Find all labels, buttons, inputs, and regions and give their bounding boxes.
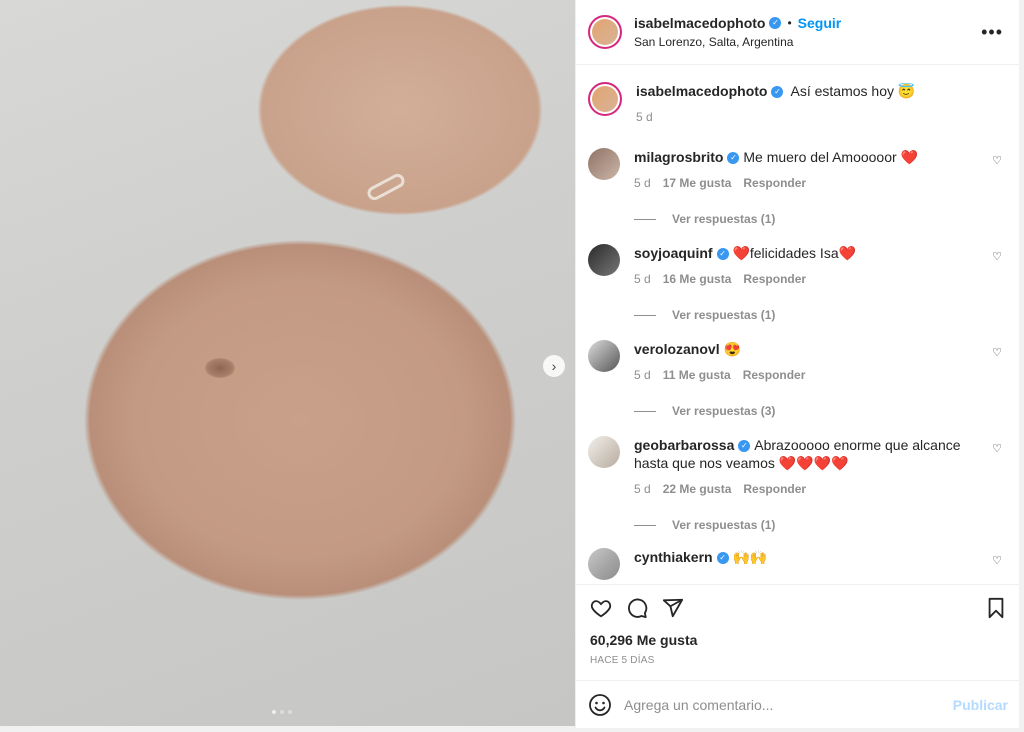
- verified-badge-icon: ✓: [727, 152, 740, 165]
- verified-badge-icon: ✓: [716, 552, 729, 565]
- caption-time: 5 d: [636, 110, 653, 124]
- likes-count[interactable]: 60,296 Me gusta: [590, 632, 697, 648]
- comment-username[interactable]: geobarbarossa: [634, 437, 734, 453]
- comment-time: 5 d: [634, 368, 651, 382]
- comment-text: 😍: [723, 341, 741, 357]
- add-comment-bar: Publicar: [576, 680, 1020, 728]
- comment-likes[interactable]: 17 Me gusta: [663, 174, 732, 192]
- comment-time: 5 d: [634, 482, 651, 496]
- caption: isabelmacedophoto ✓ Así estamos hoy 😇 5 d: [588, 82, 915, 126]
- photo-detail: [205, 358, 235, 378]
- list-item: cynthiakern ✓ 🙌🙌 ♡: [588, 548, 1008, 580]
- publish-button[interactable]: Publicar: [953, 697, 1008, 713]
- comment-heart-icon[interactable]: ♡: [992, 346, 1002, 359]
- avatar[interactable]: [588, 548, 620, 580]
- carousel-dot: [272, 710, 276, 714]
- post-side-panel: isabelmacedophoto ✓ • Seguir San Lorenzo…: [575, 0, 1020, 728]
- avatar[interactable]: [588, 436, 620, 468]
- comment-text: Me muero del Amooooor ❤️: [743, 149, 918, 165]
- comment-time: 5 d: [634, 176, 651, 190]
- photo-ring-detail: [365, 171, 407, 203]
- list-item: geobarbarossa ✓ Abrazooooo enorme que alc…: [588, 436, 1008, 534]
- more-options-icon[interactable]: •••: [981, 22, 1003, 43]
- comment-heart-icon[interactable]: ♡: [992, 154, 1002, 167]
- reply-button[interactable]: Responder: [743, 270, 806, 288]
- avatar[interactable]: [588, 148, 620, 180]
- bookmark-icon[interactable]: [986, 597, 1006, 619]
- share-icon[interactable]: [662, 597, 684, 619]
- carousel-dot: [280, 710, 284, 714]
- verified-badge-icon: ✓: [716, 248, 729, 261]
- verified-badge-icon: ✓: [771, 86, 784, 99]
- comment-likes[interactable]: 16 Me gusta: [663, 270, 732, 288]
- avatar[interactable]: [588, 244, 620, 276]
- avatar[interactable]: [588, 15, 622, 49]
- comments-list[interactable]: isabelmacedophoto ✓ Así estamos hoy 😇 5 d…: [576, 66, 1020, 584]
- reply-button[interactable]: Responder: [743, 366, 806, 384]
- comment-text: 🙌🙌: [732, 549, 768, 565]
- comment-likes[interactable]: 11 Me gusta: [663, 366, 731, 384]
- comment-heart-icon[interactable]: ♡: [992, 554, 1002, 567]
- carousel-dot: [288, 710, 292, 714]
- separator-dot: •: [787, 16, 792, 30]
- emoji-icon[interactable]: [588, 693, 612, 717]
- comment-heart-icon[interactable]: ♡: [992, 442, 1002, 455]
- caption-text: Así estamos hoy 😇: [790, 83, 916, 99]
- post-photo[interactable]: ›: [0, 0, 575, 726]
- instagram-post-window: › isabelmacedophoto ✓ • Seguir San Loren…: [0, 0, 1024, 732]
- list-item: verolozanovl 😍 5 d 11 Me gusta Responder…: [588, 340, 1008, 420]
- reply-button[interactable]: Responder: [743, 480, 806, 498]
- comment-likes[interactable]: 22 Me gusta: [663, 480, 732, 498]
- view-replies-button[interactable]: Ver respuestas (1): [634, 516, 964, 534]
- header-username[interactable]: isabelmacedophoto: [634, 15, 765, 31]
- comment-username[interactable]: cynthiakern: [634, 549, 713, 565]
- comment-username[interactable]: soyjoaquinf: [634, 245, 713, 261]
- list-item: milagrosbrito ✓ Me muero del Amooooor ❤️ …: [588, 148, 1008, 228]
- verified-badge-icon: ✓: [738, 440, 751, 453]
- action-bar: [576, 584, 1020, 634]
- comment-username[interactable]: verolozanovl: [634, 341, 720, 357]
- comment-username[interactable]: milagrosbrito: [634, 149, 723, 165]
- comment-input[interactable]: [624, 696, 944, 713]
- post-header: isabelmacedophoto ✓ • Seguir San Lorenzo…: [576, 0, 1019, 65]
- heart-icon[interactable]: [590, 597, 612, 619]
- view-replies-button[interactable]: Ver respuestas (1): [634, 306, 856, 324]
- follow-button[interactable]: Seguir: [798, 15, 842, 31]
- list-item: soyjoaquinf ✓ ❤️felicidades Isa❤️ 5 d 16 …: [588, 244, 1008, 324]
- avatar[interactable]: [588, 82, 622, 116]
- comment-text: ❤️felicidades Isa❤️: [732, 245, 857, 261]
- caption-username[interactable]: isabelmacedophoto: [636, 83, 767, 99]
- post-date: HACE 5 DÍAS: [590, 655, 655, 666]
- reply-button[interactable]: Responder: [743, 174, 806, 192]
- comment-heart-icon[interactable]: ♡: [992, 250, 1002, 263]
- location-link[interactable]: San Lorenzo, Salta, Argentina: [634, 35, 841, 49]
- chevron-right-icon[interactable]: ›: [543, 355, 565, 377]
- comment-time: 5 d: [634, 272, 651, 286]
- view-replies-button[interactable]: Ver respuestas (1): [634, 210, 918, 228]
- view-replies-button[interactable]: Ver respuestas (3): [634, 402, 805, 420]
- comment-icon[interactable]: [626, 597, 648, 619]
- avatar[interactable]: [588, 340, 620, 372]
- verified-badge-icon: ✓: [769, 17, 782, 29]
